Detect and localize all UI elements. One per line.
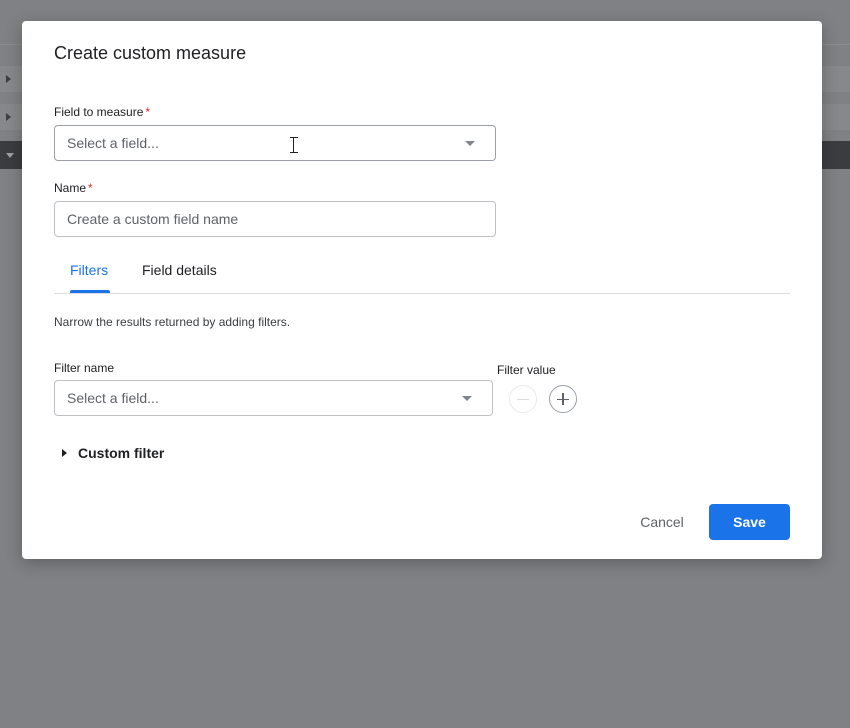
name-placeholder: Create a custom field name (67, 211, 239, 227)
dialog-title: Create custom measure (54, 43, 247, 63)
filter-name-placeholder: Select a field... (67, 390, 159, 406)
text-cursor-icon (290, 137, 298, 154)
create-custom-measure-dialog: Create custom measure Field to measure * … (22, 21, 822, 559)
tab-filters[interactable]: Filters (70, 262, 108, 278)
filter-value-label: Filter value (497, 363, 556, 377)
collapse-arrow-icon (6, 153, 14, 158)
expand-arrow-icon (62, 449, 67, 457)
expand-arrow-icon (6, 113, 11, 121)
tab-field-details[interactable]: Field details (142, 262, 217, 278)
name-label-text: Name (54, 181, 87, 195)
filter-name-select[interactable]: Select a field... (54, 380, 493, 416)
tab-bar: Filters Field details (54, 251, 790, 294)
active-tab-indicator (70, 290, 110, 293)
dropdown-arrow-icon (462, 396, 472, 401)
field-to-measure-label: Field to measure * (54, 105, 150, 119)
field-to-measure-placeholder: Select a field... (67, 135, 159, 151)
required-marker: * (145, 105, 151, 119)
required-marker: * (88, 181, 93, 195)
field-to-measure-select[interactable]: Select a field... (54, 125, 496, 161)
minus-icon (517, 398, 529, 400)
filters-description: Narrow the results returned by adding fi… (54, 315, 291, 329)
field-to-measure-label-text: Field to measure (54, 105, 144, 119)
plus-icon-vertical (562, 393, 564, 405)
dropdown-arrow-icon (465, 141, 475, 146)
cancel-button[interactable]: Cancel (626, 504, 698, 540)
custom-filter-label: Custom filter (78, 445, 165, 461)
expand-arrow-icon (6, 75, 11, 83)
filter-name-label: Filter name (54, 361, 115, 375)
remove-filter-button[interactable] (509, 385, 537, 413)
name-input[interactable]: Create a custom field name (54, 201, 496, 237)
save-button[interactable]: Save (709, 504, 790, 540)
name-label: Name * (54, 181, 93, 195)
add-filter-button[interactable] (549, 385, 577, 413)
